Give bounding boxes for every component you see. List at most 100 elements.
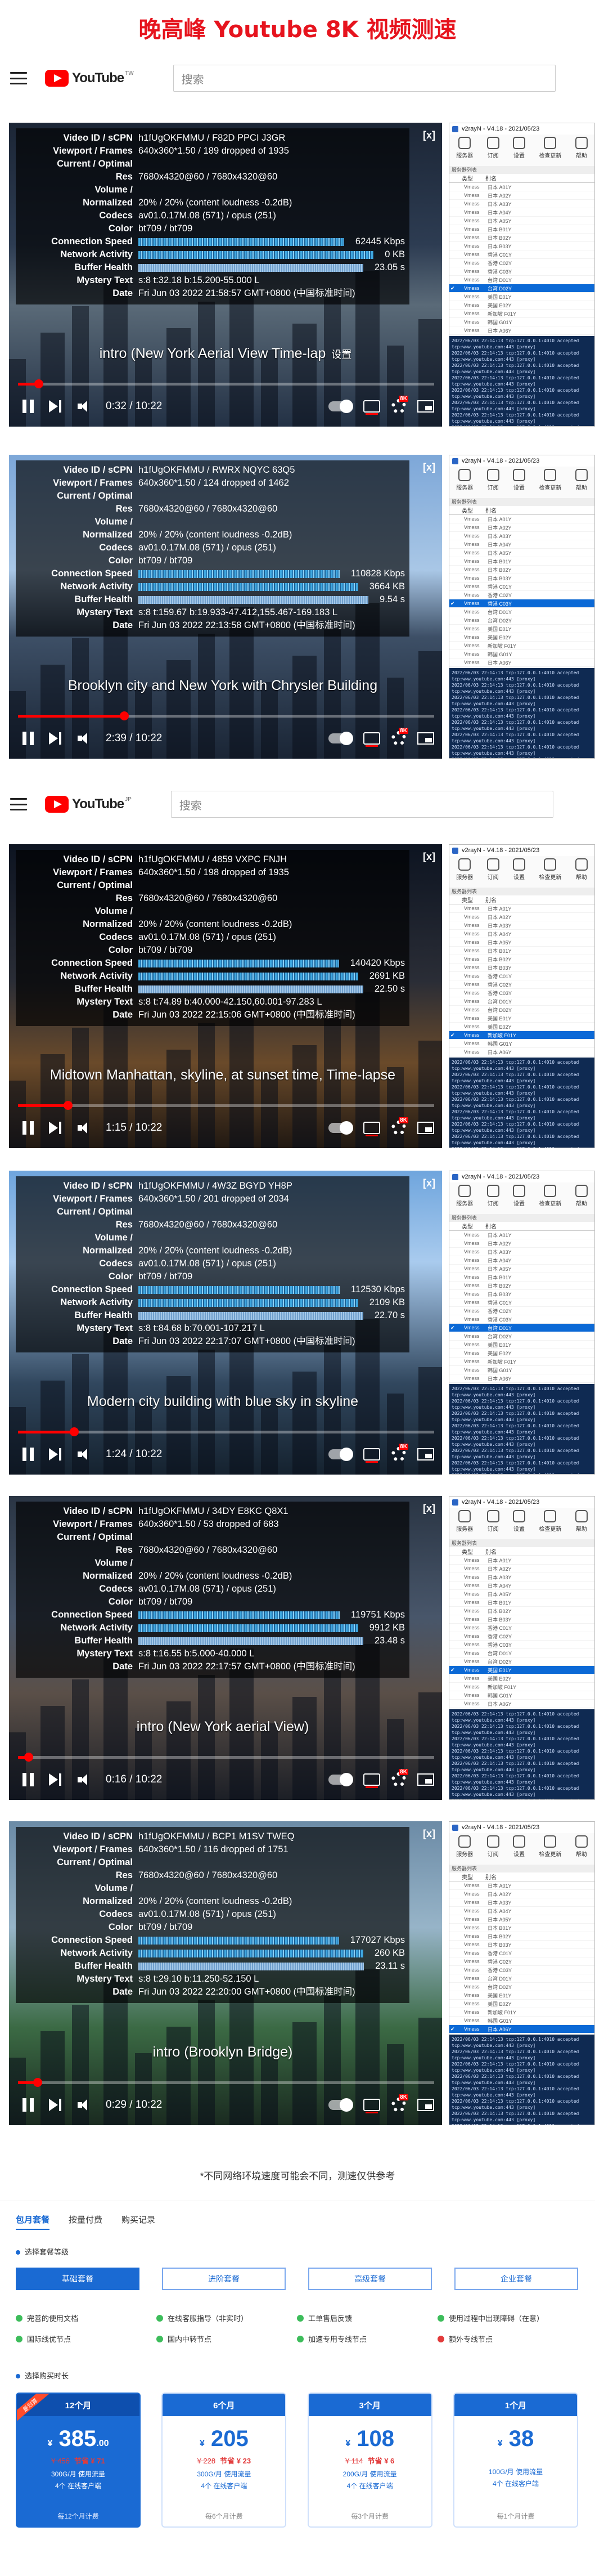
server-row[interactable]: Vmess 日本 A06Y bbox=[449, 1700, 594, 1708]
server-row[interactable]: Vmess 日本 A05Y bbox=[449, 1590, 594, 1598]
progress-knob[interactable] bbox=[33, 2078, 42, 2087]
autoplay-toggle[interactable] bbox=[328, 1121, 353, 1135]
tab-monthly[interactable]: 包月套餐 bbox=[16, 2214, 50, 2230]
subtitles-icon[interactable] bbox=[363, 1122, 380, 1136]
settings-gear-icon[interactable]: 8K bbox=[391, 1444, 408, 1462]
server-row[interactable]: Vmess 美国 E02Y bbox=[449, 1349, 594, 1358]
server-row[interactable]: Vmess 美国 E02Y bbox=[449, 633, 594, 642]
progress-bar[interactable] bbox=[18, 1427, 434, 1436]
server-row[interactable]: Vmess 日本 A03Y bbox=[449, 200, 594, 208]
video-player[interactable]: Video ID / sCPN h1fUgOKFMMU / RWRX NQYC 6… bbox=[9, 455, 442, 759]
server-row[interactable]: Vmess 日本 A04Y bbox=[449, 1256, 594, 1265]
server-row[interactable]: Vmess 日本 A06Y bbox=[449, 658, 594, 667]
toolbar-button[interactable]: 设置 bbox=[512, 469, 525, 491]
video-player[interactable]: Video ID / sCPN h1fUgOKFMMU / 4859 VXPC F… bbox=[9, 844, 442, 1148]
server-row[interactable]: Vmess 香港 C03Y bbox=[449, 1315, 594, 1324]
server-row[interactable]: Vmess 日本 B03Y bbox=[449, 242, 594, 250]
toolbar-button[interactable]: 帮助 bbox=[575, 1510, 588, 1533]
server-row[interactable]: Vmess 日本 B03Y bbox=[449, 964, 594, 972]
pause-icon[interactable] bbox=[20, 1446, 36, 1462]
toolbar-button[interactable]: 帮助 bbox=[575, 137, 588, 159]
video-player[interactable]: Video ID / sCPN h1fUgOKFMMU / 4W3Z BGYD Y… bbox=[9, 1171, 442, 1475]
settings-gear-icon[interactable]: 8K bbox=[391, 2094, 408, 2112]
server-row[interactable]: Vmess 香港 C03Y bbox=[449, 1966, 594, 1974]
server-row[interactable]: Vmess 韩国 G01Y bbox=[449, 650, 594, 658]
server-row[interactable]: Vmess 新加坡 F01Y bbox=[449, 1683, 594, 1691]
server-row[interactable]: ✔ Vmess 新加坡 F01Y bbox=[449, 1031, 594, 1040]
toolbar-button[interactable]: 订阅 bbox=[486, 1185, 499, 1207]
toolbar-button[interactable]: 检查更新 bbox=[539, 1510, 561, 1533]
toolbar-button[interactable]: 订阅 bbox=[486, 858, 499, 881]
server-row[interactable]: Vmess 日本 B02Y bbox=[449, 1607, 594, 1615]
server-row[interactable]: Vmess 日本 A03Y bbox=[449, 921, 594, 930]
toolbar-button[interactable]: 订阅 bbox=[486, 1510, 499, 1533]
server-row[interactable]: Vmess 台湾 D01Y bbox=[449, 276, 594, 284]
server-row[interactable]: Vmess 台湾 D02Y bbox=[449, 1983, 594, 1991]
duration-card[interactable]: 6个月 ¥ 205 ¥ 228 节省 ¥ 23 300G/月 使用流量 4个 在线客户端每… bbox=[161, 2393, 287, 2528]
server-row[interactable]: Vmess 日本 A02Y bbox=[449, 913, 594, 921]
server-row[interactable]: Vmess 日本 A02Y bbox=[449, 1565, 594, 1573]
server-row[interactable]: Vmess 台湾 D01Y bbox=[449, 608, 594, 616]
progress-bar[interactable] bbox=[18, 1753, 434, 1762]
server-row[interactable]: Vmess 日本 B03Y bbox=[449, 1941, 594, 1949]
tab-purchase-history[interactable]: 购买记录 bbox=[121, 2214, 155, 2230]
miniplayer-icon[interactable] bbox=[417, 732, 434, 745]
server-row[interactable]: Vmess 日本 A02Y bbox=[449, 523, 594, 532]
next-icon[interactable] bbox=[47, 2097, 63, 2113]
server-row[interactable]: Vmess 日本 A03Y bbox=[449, 532, 594, 540]
progress-knob[interactable] bbox=[24, 1753, 34, 1762]
toolbar-button[interactable]: 检查更新 bbox=[539, 858, 561, 881]
toolbar-button[interactable]: 服务器 bbox=[456, 858, 473, 881]
miniplayer-icon[interactable] bbox=[417, 2099, 434, 2111]
server-row[interactable]: Vmess 日本 A05Y bbox=[449, 549, 594, 557]
subtitles-icon[interactable] bbox=[363, 1448, 380, 1463]
toolbar-button[interactable]: 订阅 bbox=[486, 469, 499, 491]
server-row[interactable]: Vmess 日本 B01Y bbox=[449, 225, 594, 234]
progress-knob[interactable] bbox=[63, 1101, 73, 1110]
server-row[interactable]: Vmess 日本 A06Y bbox=[449, 326, 594, 335]
close-stats-icon[interactable]: [x] bbox=[423, 1828, 435, 1840]
toolbar-button[interactable]: 设置 bbox=[512, 137, 525, 159]
settings-gear-icon[interactable]: 8K bbox=[391, 1117, 408, 1135]
autoplay-toggle[interactable] bbox=[328, 1448, 353, 1461]
toolbar-button[interactable]: 设置 bbox=[512, 1835, 525, 1858]
progress-bar[interactable] bbox=[18, 711, 434, 720]
miniplayer-icon[interactable] bbox=[417, 1122, 434, 1134]
pause-icon[interactable] bbox=[20, 398, 36, 414]
toolbar-button[interactable]: 订阅 bbox=[486, 1835, 499, 1858]
server-row[interactable]: Vmess 美国 E01Y bbox=[449, 1991, 594, 2000]
toolbar-button[interactable]: 检查更新 bbox=[539, 469, 561, 491]
next-icon[interactable] bbox=[47, 1120, 63, 1136]
pause-icon[interactable] bbox=[20, 2097, 36, 2113]
server-row[interactable]: ✔ Vmess 台湾 D01Y bbox=[449, 1324, 594, 1332]
server-row[interactable]: Vmess 日本 A05Y bbox=[449, 1915, 594, 1924]
progress-bar[interactable] bbox=[18, 379, 434, 388]
server-row[interactable]: Vmess 日本 A02Y bbox=[449, 191, 594, 200]
settings-gear-icon[interactable]: 8K bbox=[391, 1769, 408, 1787]
server-row[interactable]: Vmess 台湾 D02Y bbox=[449, 1657, 594, 1666]
toolbar-button[interactable]: 帮助 bbox=[575, 1835, 588, 1858]
server-row[interactable]: Vmess 香港 C01Y bbox=[449, 1624, 594, 1632]
server-row[interactable]: Vmess 日本 A04Y bbox=[449, 208, 594, 217]
server-row[interactable]: Vmess 日本 A03Y bbox=[449, 1248, 594, 1256]
server-row[interactable]: Vmess 香港 C02Y bbox=[449, 1632, 594, 1641]
server-row[interactable]: Vmess 香港 C03Y bbox=[449, 267, 594, 276]
server-row[interactable]: Vmess 香港 C02Y bbox=[449, 1307, 594, 1315]
toolbar-button[interactable]: 服务器 bbox=[456, 1835, 473, 1858]
plan-enterprise[interactable]: 企业套餐 bbox=[454, 2268, 578, 2290]
server-row[interactable]: Vmess 日本 A04Y bbox=[449, 1907, 594, 1915]
close-stats-icon[interactable]: [x] bbox=[423, 1503, 435, 1515]
progress-bar[interactable] bbox=[18, 1101, 434, 1110]
pause-icon[interactable] bbox=[20, 1772, 36, 1787]
volume-icon[interactable] bbox=[74, 2097, 90, 2113]
close-stats-icon[interactable]: [x] bbox=[423, 851, 435, 863]
toolbar-button[interactable]: 服务器 bbox=[456, 137, 473, 159]
server-row[interactable]: Vmess 美国 E01Y bbox=[449, 293, 594, 301]
settings-gear-icon[interactable]: 8K bbox=[391, 396, 408, 414]
server-row[interactable]: Vmess 日本 B02Y bbox=[449, 1932, 594, 1941]
toolbar-button[interactable]: 帮助 bbox=[575, 1185, 588, 1207]
server-row[interactable]: Vmess 新加坡 F01Y bbox=[449, 310, 594, 318]
progress-knob[interactable] bbox=[120, 711, 129, 720]
autoplay-toggle[interactable] bbox=[328, 1773, 353, 1786]
autoplay-toggle[interactable] bbox=[328, 732, 353, 745]
